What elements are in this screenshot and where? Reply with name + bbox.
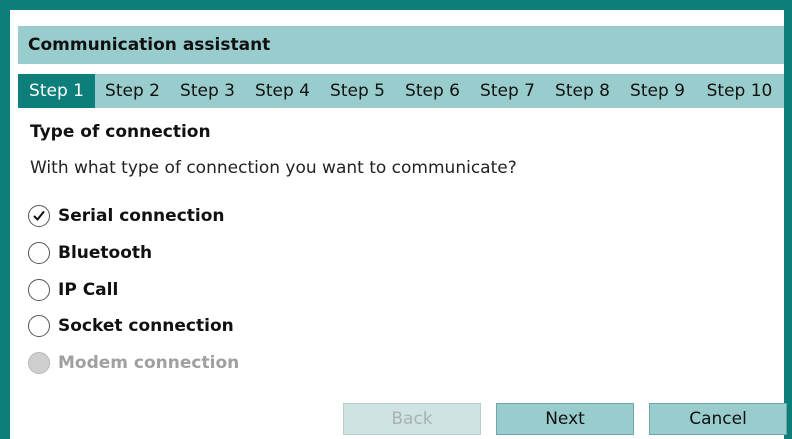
option-socket-connection[interactable]: Socket connection <box>28 313 234 339</box>
tab-step-9[interactable]: Step 9 <box>620 74 695 108</box>
option-ip-call[interactable]: IP Call <box>28 277 118 303</box>
dialog-title: Communication assistant <box>28 35 271 55</box>
radio-empty-icon[interactable] <box>28 242 50 264</box>
option-label: Bluetooth <box>58 243 153 263</box>
checkmark-icon <box>33 211 45 221</box>
option-label: Socket connection <box>58 316 234 336</box>
radio-empty-icon[interactable] <box>28 315 50 337</box>
tab-step-4[interactable]: Step 4 <box>245 74 320 108</box>
radio-checked-icon[interactable] <box>28 205 50 227</box>
tab-step-3[interactable]: Step 3 <box>170 74 245 108</box>
cancel-button[interactable]: Cancel <box>649 403 787 435</box>
radio-empty-icon[interactable] <box>28 279 50 301</box>
tab-step-1[interactable]: Step 1 <box>18 74 95 108</box>
option-label: IP Call <box>58 280 119 300</box>
option-label: Serial connection <box>58 206 225 226</box>
tab-step-10[interactable]: Step 10 <box>695 74 784 108</box>
tab-step-7[interactable]: Step 7 <box>470 74 545 108</box>
step-tabs: Step 1 Step 2 Step 3 Step 4 Step 5 Step … <box>18 74 784 108</box>
next-button[interactable]: Next <box>496 403 634 435</box>
dialog-title-bar: Communication assistant <box>18 26 784 64</box>
tab-step-2[interactable]: Step 2 <box>95 74 170 108</box>
option-serial-connection[interactable]: Serial connection <box>28 203 225 229</box>
section-title: Type of connection <box>30 122 211 142</box>
option-label: Modem connection <box>58 353 240 373</box>
back-button[interactable]: Back <box>343 403 481 435</box>
option-bluetooth[interactable]: Bluetooth <box>28 240 152 266</box>
tab-step-6[interactable]: Step 6 <box>395 74 470 108</box>
radio-disabled-icon <box>28 352 50 374</box>
question-text: With what type of connection you want to… <box>30 158 517 178</box>
tab-step-8[interactable]: Step 8 <box>545 74 620 108</box>
option-modem-connection: Modem connection <box>28 350 239 376</box>
tab-step-5[interactable]: Step 5 <box>320 74 395 108</box>
